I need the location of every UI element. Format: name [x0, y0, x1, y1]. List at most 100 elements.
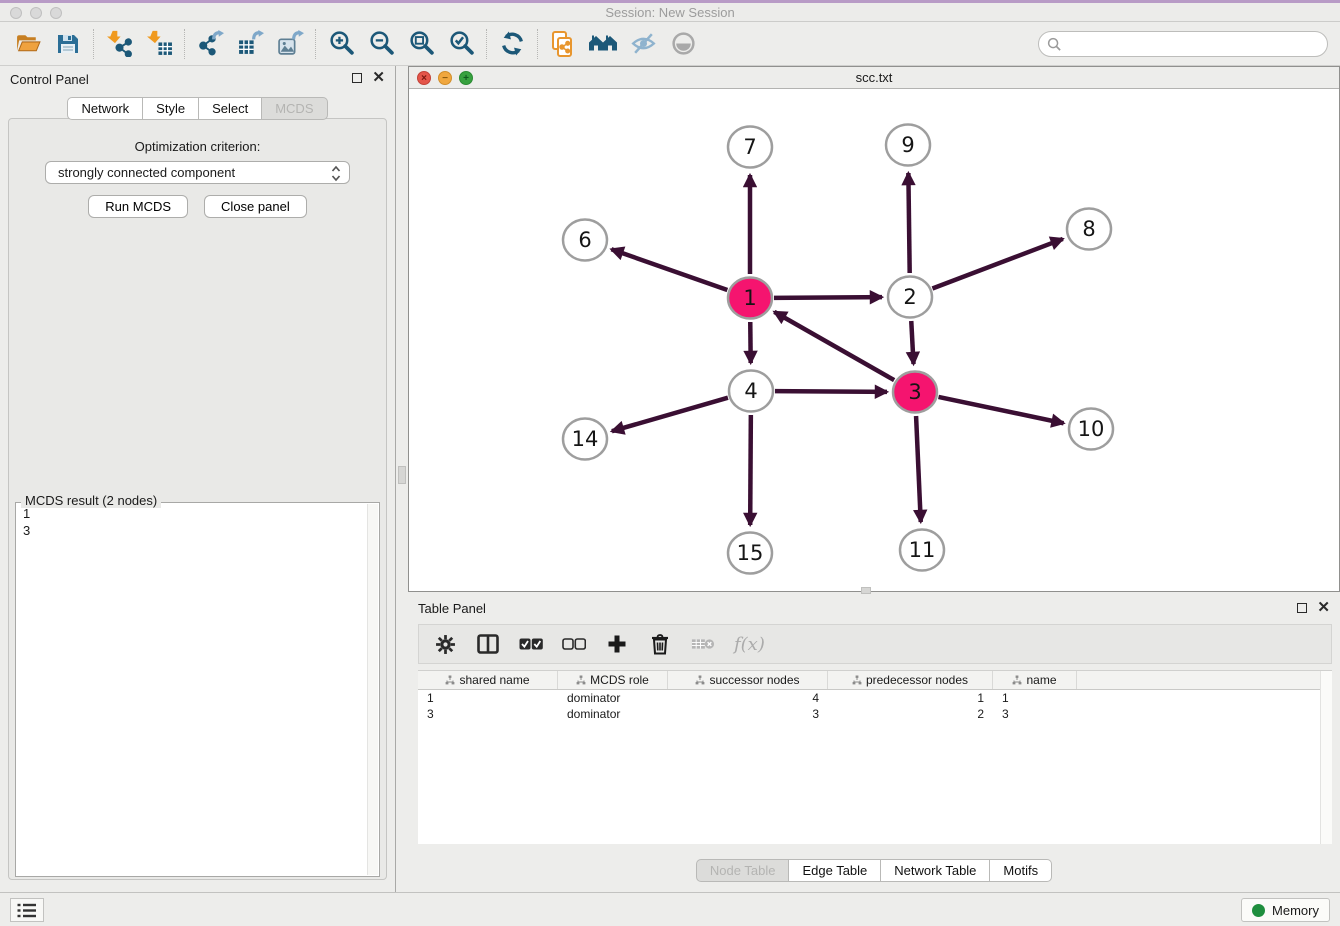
column-header-mcds-role[interactable]: MCDS role — [558, 671, 668, 689]
node-label: 4 — [744, 379, 757, 403]
graph-node-8[interactable]: 8 — [1067, 209, 1111, 250]
table-cell[interactable]: 1 — [418, 690, 558, 706]
table-cell[interactable]: 2 — [828, 706, 993, 722]
graph-node-7[interactable]: 7 — [728, 127, 772, 168]
tab-motifs[interactable]: Motifs — [990, 859, 1052, 882]
table-options-button[interactable] — [433, 632, 457, 656]
frame-close-button[interactable]: × — [417, 71, 431, 85]
tab-network[interactable]: Network — [67, 97, 143, 120]
table-cell[interactable]: dominator — [558, 690, 668, 706]
graph-node-3[interactable]: 3 — [893, 372, 937, 413]
task-history-button[interactable] — [10, 898, 44, 922]
graph-node-2[interactable]: 2 — [888, 277, 932, 318]
run-mcds-button[interactable]: Run MCDS — [88, 195, 188, 218]
edge-3-1[interactable] — [774, 312, 894, 380]
edge-4-14[interactable] — [612, 398, 728, 432]
column-header-name[interactable]: name — [993, 671, 1077, 689]
frame-minimize-button[interactable]: − — [438, 71, 452, 85]
export-table-button[interactable] — [230, 26, 270, 62]
apply-function-button[interactable]: f(x) — [734, 634, 765, 655]
graph-node-14[interactable]: 14 — [563, 419, 607, 460]
edge-2-8[interactable] — [932, 239, 1062, 289]
zoom-out-button[interactable] — [361, 26, 401, 62]
graph-node-11[interactable]: 11 — [900, 530, 944, 571]
show-all-button[interactable] — [663, 26, 703, 62]
panel-splitter[interactable] — [397, 66, 408, 892]
deselect-all-checks-button[interactable] — [562, 632, 586, 656]
tab-edge-table[interactable]: Edge Table — [789, 859, 881, 882]
edge-1-6[interactable] — [611, 249, 727, 290]
zoom-in-button[interactable] — [321, 26, 361, 62]
search-input[interactable] — [1068, 37, 1319, 52]
table-cell[interactable]: 3 — [668, 706, 828, 722]
table-cell[interactable]: 1 — [828, 690, 993, 706]
tab-select[interactable]: Select — [199, 97, 262, 120]
graph-node-15[interactable]: 15 — [728, 533, 772, 574]
table-cell[interactable]: 4 — [668, 690, 828, 706]
hide-selected-button[interactable] — [623, 26, 663, 62]
first-neighbors-button[interactable] — [583, 26, 623, 62]
table-cell[interactable]: 3 — [418, 706, 558, 722]
graph-node-4[interactable]: 4 — [729, 371, 773, 412]
zoom-selected-button[interactable] — [441, 26, 481, 62]
horizontal-splitter-grip[interactable] — [861, 587, 871, 594]
table-row[interactable]: 3dominator323 — [418, 706, 1332, 722]
open-session-button[interactable] — [8, 26, 48, 62]
float-panel-icon[interactable] — [352, 73, 362, 83]
export-table-icon — [237, 30, 264, 57]
graph-node-1[interactable]: 1 — [728, 278, 772, 319]
zoom-fit-button[interactable] — [401, 26, 441, 62]
delete-table-button[interactable] — [691, 632, 715, 656]
export-image-button[interactable] — [270, 26, 310, 62]
search-box[interactable] — [1038, 31, 1328, 57]
graph-node-6[interactable]: 6 — [563, 220, 607, 261]
graph-node-10[interactable]: 10 — [1069, 409, 1113, 450]
table-scrollbar[interactable] — [1320, 671, 1332, 844]
delete-column-button[interactable] — [648, 632, 672, 656]
float-panel-icon[interactable] — [1297, 603, 1307, 613]
close-panel-icon[interactable]: ✕ — [372, 73, 385, 83]
edge-4-3[interactable] — [775, 391, 887, 392]
import-network-button[interactable] — [99, 26, 139, 62]
memory-button[interactable]: Memory — [1241, 898, 1330, 922]
edge-3-10[interactable] — [938, 397, 1063, 423]
list-icon — [17, 902, 37, 919]
table-cell[interactable]: 1 — [993, 690, 1077, 706]
show-columns-button[interactable] — [476, 632, 500, 656]
memory-status-icon — [1252, 904, 1265, 917]
edge-2-3[interactable] — [911, 321, 913, 364]
close-panel-button[interactable]: Close panel — [204, 195, 307, 218]
table-cell[interactable]: 3 — [993, 706, 1077, 722]
add-column-button[interactable] — [605, 632, 629, 656]
import-table-button[interactable] — [139, 26, 179, 62]
tab-node-table[interactable]: Node Table — [696, 859, 790, 882]
network-canvas[interactable]: 7 9 6 8 1 2 4 3 14 10 15 11 — [409, 89, 1339, 591]
export-network-button[interactable] — [190, 26, 230, 62]
apply-layout-button[interactable] — [492, 26, 532, 62]
save-session-button[interactable] — [48, 26, 88, 62]
network-frame-titlebar[interactable]: × − + scc.txt — [409, 67, 1339, 89]
close-panel-icon[interactable]: ✕ — [1317, 603, 1330, 613]
table-row[interactable]: 1dominator411 — [418, 690, 1332, 706]
edge-1-2[interactable] — [774, 297, 882, 298]
graph-node-9[interactable]: 9 — [886, 125, 930, 166]
frame-zoom-button[interactable]: + — [459, 71, 473, 85]
mcds-result-scrollbar[interactable] — [367, 504, 378, 875]
edge-3-11[interactable] — [916, 416, 921, 522]
splitter-grip[interactable] — [398, 466, 406, 484]
column-header-successor-nodes[interactable]: successor nodes — [668, 671, 828, 689]
table-toolbar: f(x) — [418, 624, 1332, 664]
select-all-checks-button[interactable] — [519, 632, 543, 656]
table-cell[interactable]: dominator — [558, 706, 668, 722]
column-header-shared-name[interactable]: shared name — [418, 671, 558, 689]
tab-style[interactable]: Style — [143, 97, 199, 120]
mcds-result-title: MCDS result (2 nodes) — [21, 493, 161, 508]
tab-mcds[interactable]: MCDS — [262, 97, 327, 120]
edge-2-9[interactable] — [908, 173, 909, 273]
clone-network-button[interactable] — [543, 26, 583, 62]
sort-icon — [445, 675, 455, 685]
tab-network-table[interactable]: Network Table — [881, 859, 990, 882]
criterion-select[interactable]: strongly connected component — [45, 161, 350, 184]
edge-4-15[interactable] — [750, 415, 751, 525]
column-header-predecessor-nodes[interactable]: predecessor nodes — [828, 671, 993, 689]
